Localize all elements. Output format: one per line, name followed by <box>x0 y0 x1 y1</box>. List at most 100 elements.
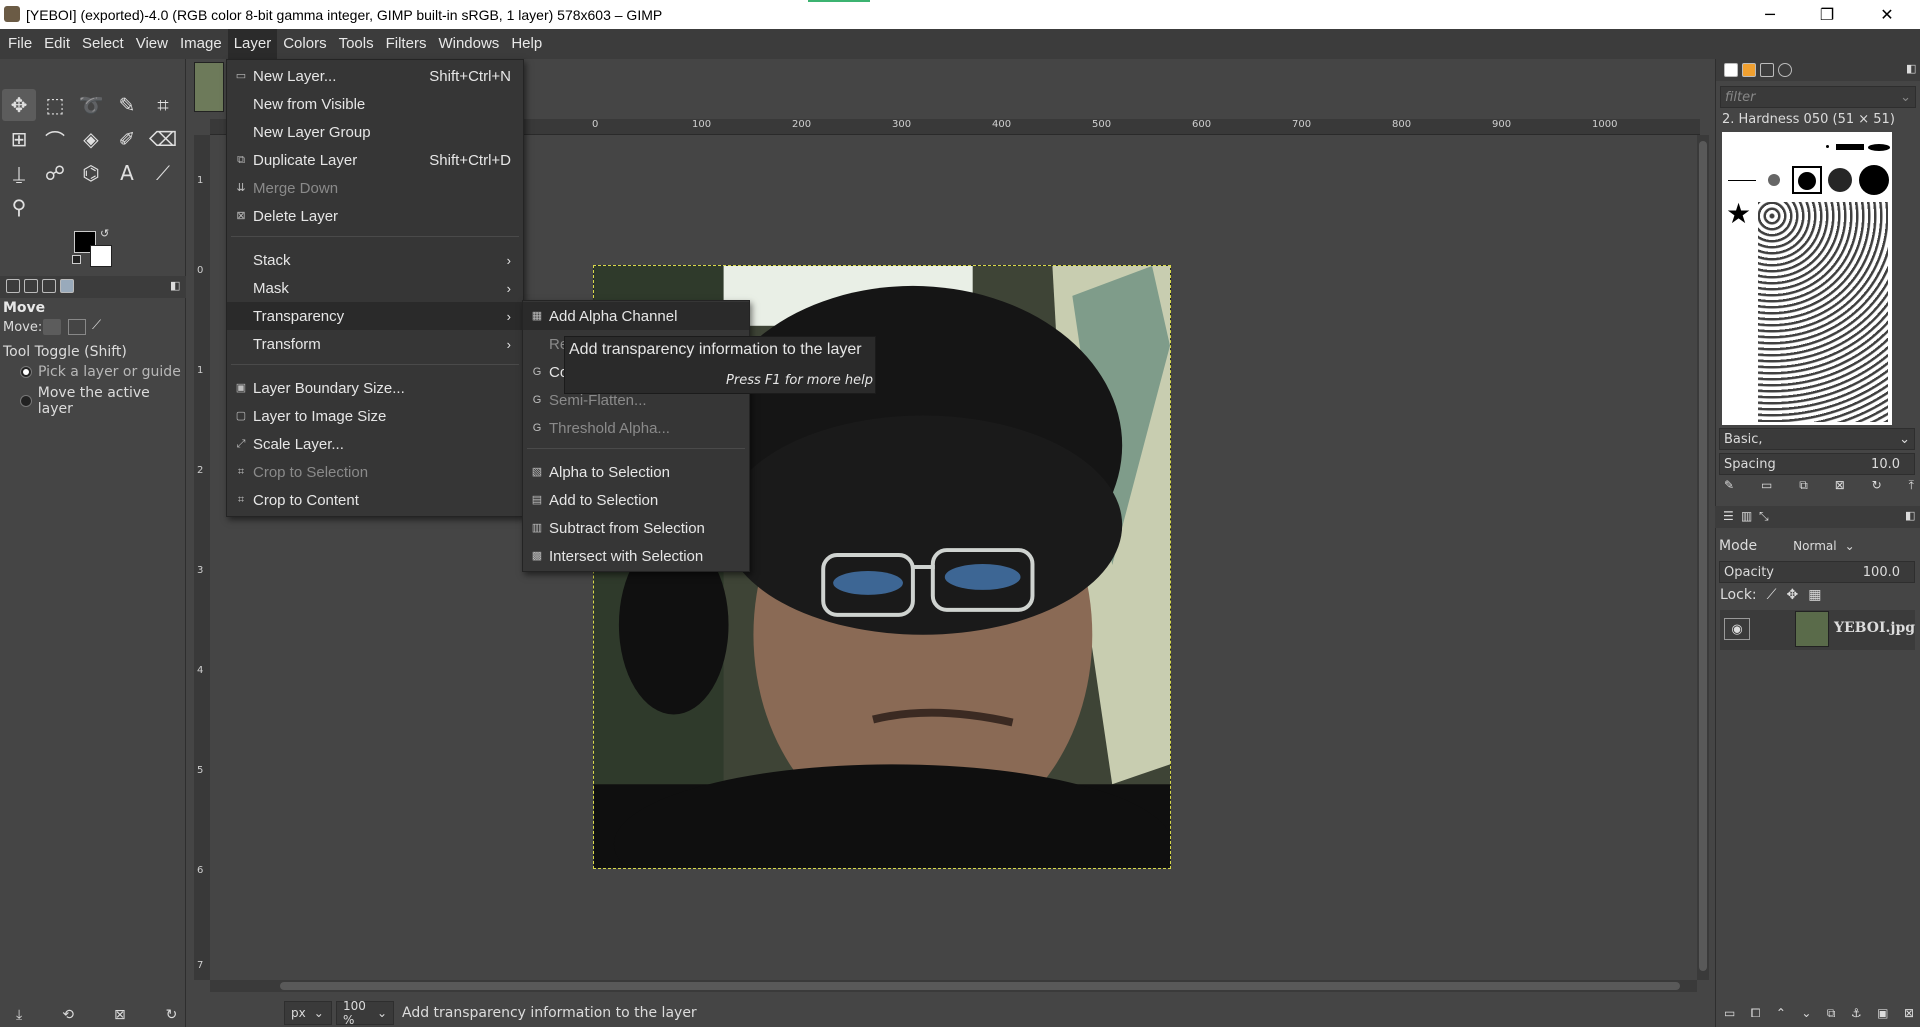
brush-preset-select[interactable]: Basic, ⌄ <box>1719 428 1915 450</box>
menu-item-scale-layer[interactable]: ⤢ Scale Layer... <box>227 430 523 458</box>
rect-select-tool-icon[interactable]: ⬚ <box>38 89 72 121</box>
eye-visibility-icon[interactable]: ◉ <box>1724 618 1750 640</box>
unit-select[interactable]: px ⌄ <box>284 1000 332 1025</box>
menu-item-intersect-with-selection[interactable]: ▩ Intersect with Selection <box>523 542 749 570</box>
menu-item-add-alpha-channel[interactable]: ▦ Add Alpha Channel <box>523 302 749 330</box>
anchor-layer-icon[interactable]: ⚓ <box>1851 1006 1862 1021</box>
menu-item-crop-to-content[interactable]: ⌗ Crop to Content <box>227 486 523 514</box>
lock-alpha-icon[interactable]: ▦ <box>1808 587 1821 603</box>
close-button[interactable]: ✕ <box>1864 0 1910 29</box>
menu-item-transform[interactable]: Transform › <box>227 330 523 358</box>
menu-filters[interactable]: Filters <box>380 29 433 59</box>
menu-tools[interactable]: Tools <box>333 29 380 59</box>
menu-item-layer-boundary-size[interactable]: ▣ Layer Boundary Size... <box>227 374 523 402</box>
fonts-tab-icon[interactable] <box>1760 63 1774 77</box>
paintbrush-tool-icon[interactable]: ✐ <box>110 123 144 155</box>
images-tab-icon[interactable] <box>60 279 74 293</box>
menu-item-duplicate-layer[interactable]: ⧉ Duplicate Layer Shift+Ctrl+D <box>227 146 523 174</box>
brush-preview[interactable] <box>1868 144 1890 151</box>
maximize-button[interactable]: ❐ <box>1804 0 1850 29</box>
move-tool-icon[interactable]: ✥ <box>2 89 36 121</box>
default-colors-icon[interactable] <box>72 255 81 264</box>
menu-item-mask[interactable]: Mask › <box>227 274 523 302</box>
scroll-thumb[interactable] <box>1699 141 1707 971</box>
move-path-mode-icon[interactable]: ⟋ <box>92 318 101 333</box>
edit-brush-icon[interactable]: ✎ <box>1724 478 1734 493</box>
duplicate-layer-icon[interactable]: ⧉ <box>1827 1006 1836 1021</box>
menu-item-delete-layer[interactable]: ⊠ Delete Layer <box>227 202 523 230</box>
menu-file[interactable]: File <box>2 29 38 59</box>
vertical-scrollbar[interactable] <box>1697 135 1709 980</box>
menu-item-subtract-from-selection[interactable]: ▥ Subtract from Selection <box>523 514 749 542</box>
menu-image[interactable]: Image <box>174 29 228 59</box>
channels-tab-icon[interactable]: ▥ <box>1741 509 1752 523</box>
device-status-tab-icon[interactable] <box>24 279 38 293</box>
menu-item-add-to-selection[interactable]: ▤ Add to Selection <box>523 486 749 514</box>
menu-item-transparency[interactable]: Transparency › <box>227 302 523 330</box>
brush-filter-input[interactable]: filter ⌄ <box>1720 86 1916 108</box>
raise-layer-icon[interactable]: ⌃ <box>1776 1006 1786 1021</box>
brush-preview[interactable] <box>1728 180 1756 181</box>
new-layer-group-icon[interactable]: ⧠ <box>1751 1006 1761 1021</box>
menu-layer[interactable]: Layer <box>227 29 278 59</box>
lock-position-icon[interactable]: ✥ <box>1786 587 1798 603</box>
new-brush-icon[interactable]: ▭ <box>1761 478 1772 493</box>
tab-menu-icon[interactable]: ◧ <box>170 279 180 292</box>
fuzzy-select-tool-icon[interactable]: ✎ <box>110 89 144 121</box>
pick-layer-radio[interactable]: Pick a layer or guide <box>20 364 181 380</box>
brush-preview[interactable] <box>1828 168 1852 192</box>
menu-windows[interactable]: Windows <box>432 29 505 59</box>
help-tab-icon[interactable] <box>1778 63 1792 77</box>
menu-view[interactable]: View <box>130 29 174 59</box>
refresh-brushes-icon[interactable]: ↻ <box>1872 478 1882 493</box>
color-picker-tool-icon[interactable]: ⟋ <box>146 157 180 189</box>
horizontal-scrollbar[interactable] <box>210 980 1697 992</box>
brush-preview[interactable] <box>1826 145 1829 148</box>
brush-texture-previews[interactable] <box>1758 202 1888 422</box>
delete-options-icon[interactable]: ⊠ <box>114 1007 126 1023</box>
clone-tool-icon[interactable]: ⍊ <box>2 157 36 189</box>
paths-tool-icon[interactable]: ⌬ <box>74 157 108 189</box>
delete-brush-icon[interactable]: ⊠ <box>1835 478 1845 493</box>
lower-layer-icon[interactable]: ⌄ <box>1801 1006 1811 1021</box>
brush-star-preview[interactable]: ★ <box>1726 200 1751 228</box>
move-active-radio[interactable]: Move the active layer <box>20 385 186 417</box>
smudge-tool-icon[interactable]: ☍ <box>38 157 72 189</box>
menu-item-alpha-to-selection[interactable]: ▧ Alpha to Selection <box>523 458 749 486</box>
undo-history-tab-icon[interactable] <box>42 279 56 293</box>
delete-layer-icon[interactable]: ⊠ <box>1904 1006 1914 1021</box>
layers-tab-icon[interactable]: ☰ <box>1723 509 1734 523</box>
warp-tool-icon[interactable]: ⌒ <box>38 123 72 155</box>
restore-options-icon[interactable]: ⟲ <box>62 1007 74 1023</box>
save-options-icon[interactable]: ⤓ <box>16 1007 22 1023</box>
background-color-swatch[interactable] <box>90 245 112 267</box>
menu-select[interactable]: Select <box>76 29 130 59</box>
brush-preview[interactable] <box>1836 144 1864 150</box>
swap-colors-icon[interactable]: ↺ <box>100 227 109 240</box>
minimize-button[interactable]: ─ <box>1747 0 1793 29</box>
menu-colors[interactable]: Colors <box>277 29 332 59</box>
tool-options-tab-icon[interactable] <box>6 279 20 293</box>
menu-item-new-layer-group[interactable]: New Layer Group <box>227 118 523 146</box>
brush-preview[interactable] <box>1798 172 1816 190</box>
lasso-tool-icon[interactable]: ➰ <box>74 89 108 121</box>
zoom-select[interactable]: 100 % ⌄ <box>336 999 394 1027</box>
reset-options-icon[interactable]: ↻ <box>166 1007 178 1023</box>
menu-help[interactable]: Help <box>505 29 548 59</box>
patterns-tab-icon[interactable] <box>1742 63 1756 77</box>
menu-edit[interactable]: Edit <box>38 29 76 59</box>
unified-transform-tool-icon[interactable]: ⊞ <box>2 123 36 155</box>
bucket-fill-tool-icon[interactable]: ◈ <box>74 123 108 155</box>
new-layer-icon[interactable]: ▭ <box>1724 1006 1735 1021</box>
mode-select[interactable]: Normal ⌄ <box>1787 534 1867 558</box>
lock-pixels-icon[interactable]: ⟋ <box>1767 587 1777 603</box>
brush-preview[interactable] <box>1768 174 1780 186</box>
mask-layer-icon[interactable]: ▣ <box>1877 1006 1888 1021</box>
move-layer-mode-icon[interactable] <box>43 319 61 335</box>
image-tab-thumbnail[interactable] <box>194 62 224 112</box>
paths-tab-icon[interactable]: ⤡ <box>1759 509 1769 524</box>
tab-menu-icon[interactable]: ◧ <box>1905 509 1915 522</box>
menu-item-new-layer[interactable]: ▭ New Layer... Shift+Ctrl+N <box>227 62 523 90</box>
spacing-slider[interactable]: Spacing 10.0 <box>1719 453 1915 475</box>
duplicate-brush-icon[interactable]: ⧉ <box>1799 478 1808 493</box>
